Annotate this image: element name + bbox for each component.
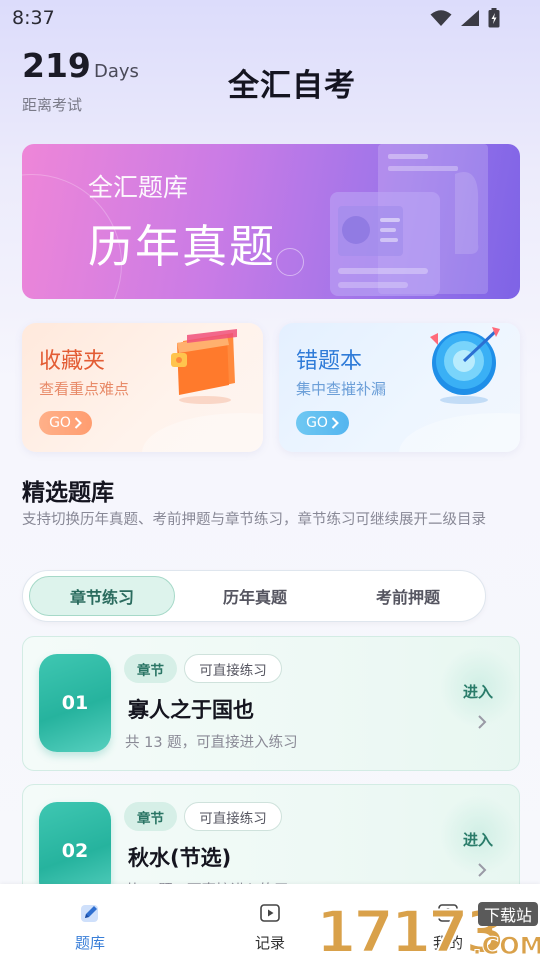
app-title: 全汇自考 [228,68,356,104]
chevron-right-icon [478,715,487,729]
tab-predicted-questions[interactable]: 考前押题 [335,576,481,616]
card-decor-wave [399,413,520,452]
chapter-card[interactable]: 01 章节 可直接练习 寡人之于国也 共 13 题，可直接进入练习 进入 [22,636,520,771]
section-title: 精选题库 [22,480,114,506]
go-label: GO [306,415,328,431]
error-book-desc: 集中查摧补漏 [296,380,387,398]
banner-subtitle: 全汇题库 [88,173,189,202]
enter-button[interactable]: 进入 [463,681,493,702]
favorites-title: 收藏夹 [39,349,106,374]
wifi-icon [430,10,452,26]
site-watermark-logo: 17173 下载站 .COM [316,897,540,960]
chapter-title: 寡人之于国也 [128,698,254,722]
banner-title: 历年真题 [88,220,277,273]
error-book-card[interactable]: 错题本 集中查摧补漏 GO [279,323,520,452]
document-illustration-icon [330,144,488,296]
battery-icon [488,8,500,28]
pencil-icon [81,905,98,922]
category-tabs: 章节练习 历年真题 考前押题 [22,570,486,622]
chevron-right-icon [331,417,339,429]
error-book-title: 错题本 [296,349,363,374]
favorites-card[interactable]: 收藏夹 查看重点难点 GO [22,323,263,452]
chevron-right-icon [478,863,487,877]
chapter-tag: 章节 [124,802,177,831]
section-desc: 支持切换历年真题、考前押题与章节练习，章节练习可继续展开二级目录 [22,512,486,528]
chapter-tag: 章节 [124,654,177,683]
enter-button[interactable]: 进入 [463,829,493,850]
status-time: 8:37 [12,7,55,29]
svg-text:.COM: .COM [472,932,540,960]
signal-icon [461,10,479,26]
go-label: GO [49,415,71,431]
nav-question-bank[interactable]: 题库 [30,884,150,960]
favorites-go-button[interactable]: GO [39,411,92,435]
error-book-go-button[interactable]: GO [296,411,349,435]
nav-label: 题库 [74,934,105,952]
svg-text:下载站: 下载站 [484,906,532,925]
banner-decor-ring [276,248,304,276]
direct-practice-badge: 可直接练习 [184,654,282,683]
favorites-desc: 查看重点难点 [39,380,130,398]
chevron-right-icon [74,417,82,429]
chapter-number: 01 [39,654,111,752]
direct-practice-badge: 可直接练习 [184,802,282,831]
card-decor-wave [142,413,263,452]
nav-record[interactable]: 记录 [210,884,330,960]
tab-past-exams[interactable]: 历年真题 [182,576,328,616]
chapter-title: 秋水(节选) [128,846,232,870]
chapter-subtitle: 共 13 题，可直接进入练习 [125,735,298,751]
folder-icon [171,329,237,404]
status-icons [430,8,500,28]
past-exams-banner[interactable]: 全汇题库 历年真题 [22,144,520,299]
target-icon [430,327,500,404]
nav-label: 记录 [254,934,285,952]
play-icon [260,904,280,922]
tab-chapter-practice[interactable]: 章节练习 [29,576,175,616]
status-bar: 8:37 [0,0,540,36]
